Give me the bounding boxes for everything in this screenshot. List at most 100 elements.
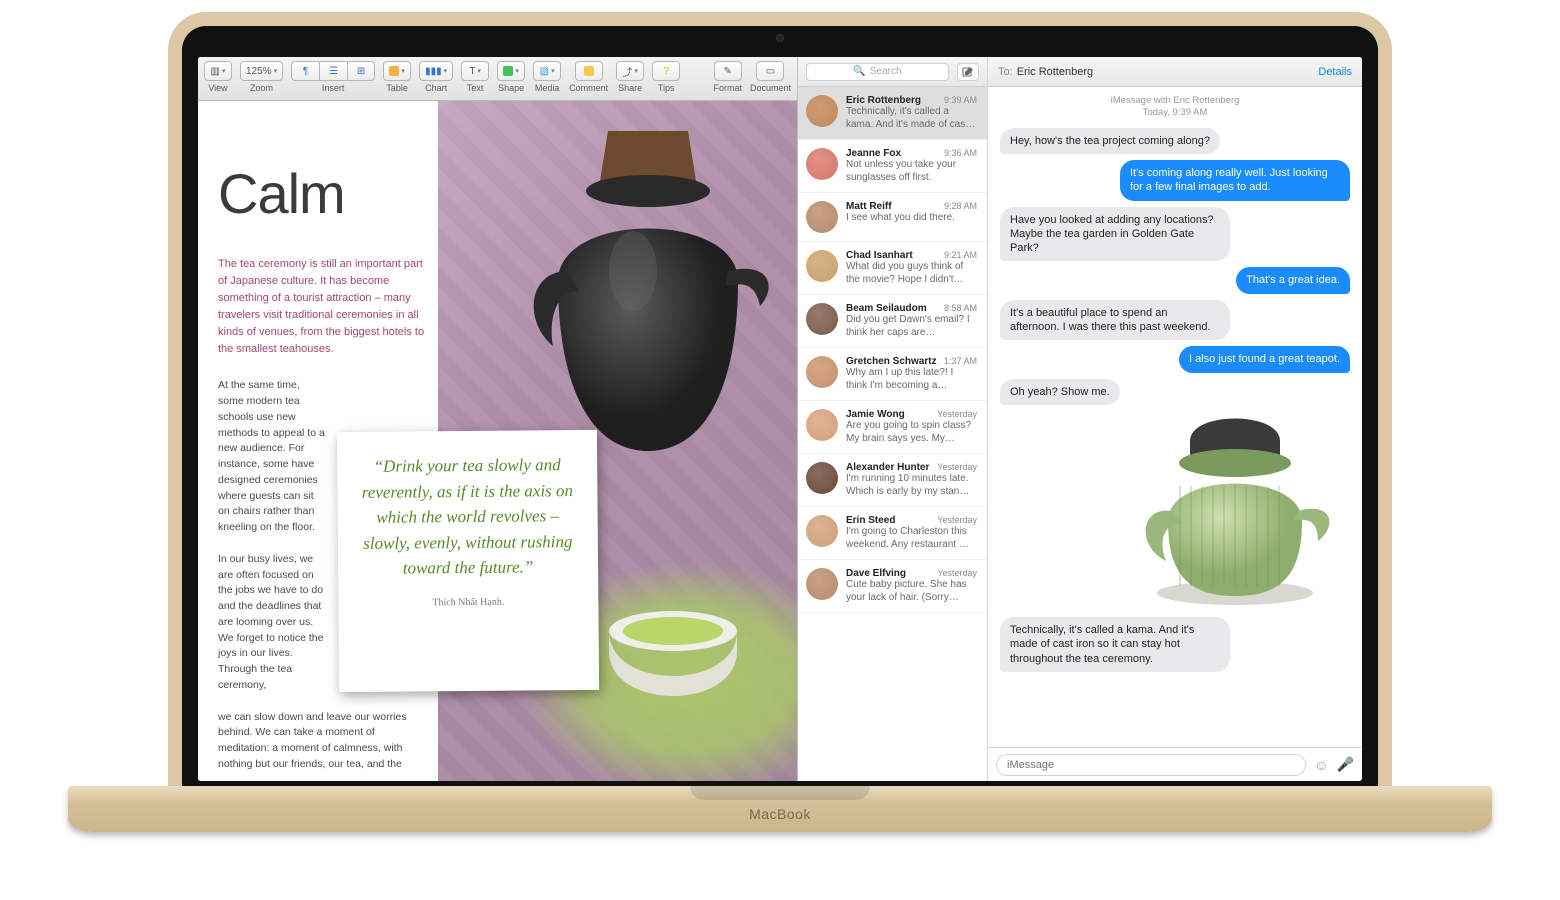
toolbar-shape[interactable]: ▾ Shape	[497, 61, 525, 93]
conversation-sidebar: 🔍 Search Eric Rottenberg 9:39 AMTechnical…	[798, 57, 988, 781]
details-button[interactable]: Details	[1318, 66, 1352, 78]
toolbar-document[interactable]: ▭ Document	[750, 61, 791, 93]
conversation-time: Yesterday	[937, 515, 977, 526]
tips-icon: ?	[663, 66, 669, 77]
toolbar-media[interactable]: ▧▾ Media	[533, 61, 561, 93]
conversation-list[interactable]: Eric Rottenberg 9:39 AMTechnically, it's …	[798, 87, 987, 781]
message-input[interactable]	[996, 754, 1306, 776]
thread-body[interactable]: iMessage with Eric Rottenberg Today, 9:3…	[988, 87, 1362, 747]
avatar	[806, 201, 838, 233]
received-message[interactable]: Oh yeah? Show me.	[1000, 379, 1120, 405]
conversation-time: Yesterday	[937, 462, 977, 473]
conversation-row[interactable]: Dave ElfvingYesterdayCute baby picture. …	[798, 560, 987, 613]
conversation-time: 1:37 AM	[944, 356, 977, 367]
conversation-preview: Why am I up this late?! I think I'm beco…	[846, 367, 977, 392]
conversation-time: 9:28 AM	[944, 201, 977, 212]
conversation-row[interactable]: Jeanne Fox 9:36 AMNot unless you take you…	[798, 140, 987, 193]
toolbar-chart[interactable]: ▮▮▮▾ Chart	[419, 61, 453, 93]
toolbar-tips[interactable]: ? Tips	[652, 61, 680, 93]
received-message[interactable]: Have you looked at adding any locations?…	[1000, 207, 1230, 262]
conversation-row[interactable]: Gretchen Schwartz 1:37 AMWhy am I up this…	[798, 348, 987, 401]
toolbar-insert[interactable]: ¶ ☰ ⊞ Insert	[291, 61, 375, 93]
conversation-time: 9:36 AM	[944, 148, 977, 159]
body-paragraph-1: At the same time, some modern tea school…	[218, 378, 328, 536]
compose-icon	[962, 66, 974, 78]
microphone-icon[interactable]: 🎤	[1337, 756, 1354, 773]
screen: ▥▾ View 125%▾ Zoom ¶ ☰ ⊞ Insert ▾	[198, 57, 1362, 781]
conversation-preview: Not unless you take your sunglasses off …	[846, 159, 977, 184]
conversation-row[interactable]: Matt Reiff9:28 AMI see what you did ther…	[798, 193, 987, 242]
conversation-name: Beam Seilaudom	[846, 303, 927, 314]
conversation-row[interactable]: Erin Steed YesterdayI'm going to Charlest…	[798, 507, 987, 560]
teapot-image	[508, 121, 788, 481]
conversation-time: 8:58 AM	[944, 303, 977, 314]
conversation-row[interactable]: Alexander HunterYesterdayI'm running 10 …	[798, 454, 987, 507]
avatar	[806, 95, 838, 127]
pages-toolbar: ▥▾ View 125%▾ Zoom ¶ ☰ ⊞ Insert ▾	[198, 57, 797, 101]
avatar	[806, 515, 838, 547]
emoji-icon[interactable]: ☺	[1314, 757, 1328, 773]
chart-icon: ▮▮▮	[425, 66, 442, 77]
toolbar-format[interactable]: ✎ Format	[713, 61, 742, 93]
toolbar-zoom[interactable]: 125%▾ Zoom	[240, 61, 283, 93]
conversation-time: Yesterday	[937, 409, 977, 420]
received-message[interactable]: Hey, how's the tea project coming along?	[1000, 128, 1220, 154]
conversation-thread: To: Eric Rottenberg Details iMessage wit…	[988, 57, 1362, 781]
teacup-image	[598, 601, 748, 711]
laptop-frame: ▥▾ View 125%▾ Zoom ¶ ☰ ⊞ Insert ▾	[68, 12, 1492, 854]
avatar	[806, 356, 838, 388]
conversation-row[interactable]: Jamie Wong YesterdayAre you going to spin…	[798, 401, 987, 454]
toolbar-comment[interactable]: Comment	[569, 61, 608, 93]
toolbar-table[interactable]: ▾ Table	[383, 61, 411, 93]
conversation-time: Yesterday	[937, 568, 977, 579]
pull-quote-card[interactable]: “Drink your tea slowly and reverently, a…	[337, 430, 599, 692]
avatar	[806, 462, 838, 494]
toolbar-text[interactable]: T▾ Text	[461, 61, 489, 93]
received-message[interactable]: Technically, it's called a kama. And it'…	[1000, 617, 1230, 672]
conversation-time: 9:39 AM	[944, 95, 977, 106]
conversation-name: Jamie Wong	[846, 409, 905, 420]
to-label: To:	[998, 66, 1013, 78]
received-message[interactable]: It's a beautiful place to spend an after…	[1000, 300, 1230, 341]
avatar	[806, 568, 838, 600]
avatar	[806, 303, 838, 335]
search-icon: 🔍	[853, 66, 865, 77]
pages-app: ▥▾ View 125%▾ Zoom ¶ ☰ ⊞ Insert ▾	[198, 57, 798, 781]
brush-icon: ✎	[724, 66, 732, 77]
laptop-hinge: MacBook	[68, 786, 1492, 832]
sent-message[interactable]: I also just found a great teapot.	[1179, 346, 1350, 372]
conversation-preview: I'm going to Charleston this weekend. An…	[846, 526, 977, 551]
pull-quote-text: “Drink your tea slowly and reverently, a…	[361, 452, 574, 581]
search-input[interactable]: 🔍 Search	[806, 63, 949, 81]
pages-document[interactable]: Calm The tea ceremony is still an import…	[198, 101, 797, 781]
toolbar-share[interactable]: ⤴▾ Share	[616, 61, 644, 93]
conversation-name: Jeanne Fox	[846, 148, 901, 159]
conversation-name: Alexander Hunter	[846, 462, 929, 473]
conversation-name: Eric Rottenberg	[846, 95, 921, 106]
device-label: MacBook	[749, 806, 811, 822]
conversation-preview: Technically, it's called a kama. And it'…	[846, 106, 977, 131]
share-icon: ⤴	[622, 64, 632, 79]
pull-quote-attribution: Thích Nhất Hạnh.	[362, 596, 574, 609]
intro-paragraph: The tea ceremony is still an important p…	[218, 256, 428, 358]
body-paragraph-3: we can slow down and leave our worries b…	[218, 710, 418, 773]
sent-message[interactable]: It's coming along really well. Just look…	[1120, 160, 1350, 201]
media-icon: ▧	[540, 66, 549, 77]
avatar	[806, 250, 838, 282]
conversation-preview: Are you going to spin class? My brain sa…	[846, 420, 977, 445]
toolbar-view[interactable]: ▥▾ View	[204, 61, 232, 93]
conversation-name: Gretchen Schwartz	[846, 356, 937, 367]
avatar	[806, 409, 838, 441]
text-icon: T	[469, 66, 475, 77]
conversation-row[interactable]: Eric Rottenberg 9:39 AMTechnically, it's …	[798, 87, 987, 140]
conversation-row[interactable]: Beam Seilaudom 8:58 AMDid you get Dawn's …	[798, 295, 987, 348]
thread-meta: iMessage with Eric Rottenberg Today, 9:3…	[1000, 95, 1350, 120]
compose-button[interactable]	[957, 63, 979, 81]
camera-dot	[776, 34, 784, 42]
conversation-name: Erin Steed	[846, 515, 895, 526]
conversation-row[interactable]: Chad Isanhart9:21 AMWhat did you guys th…	[798, 242, 987, 295]
image-message[interactable]	[1120, 411, 1350, 611]
body-paragraph-2: In our busy lives, we are often focused …	[218, 552, 328, 694]
sent-message[interactable]: That's a great idea.	[1236, 267, 1350, 293]
conversation-preview: Did you get Dawn's email? I think her ca…	[846, 314, 977, 339]
